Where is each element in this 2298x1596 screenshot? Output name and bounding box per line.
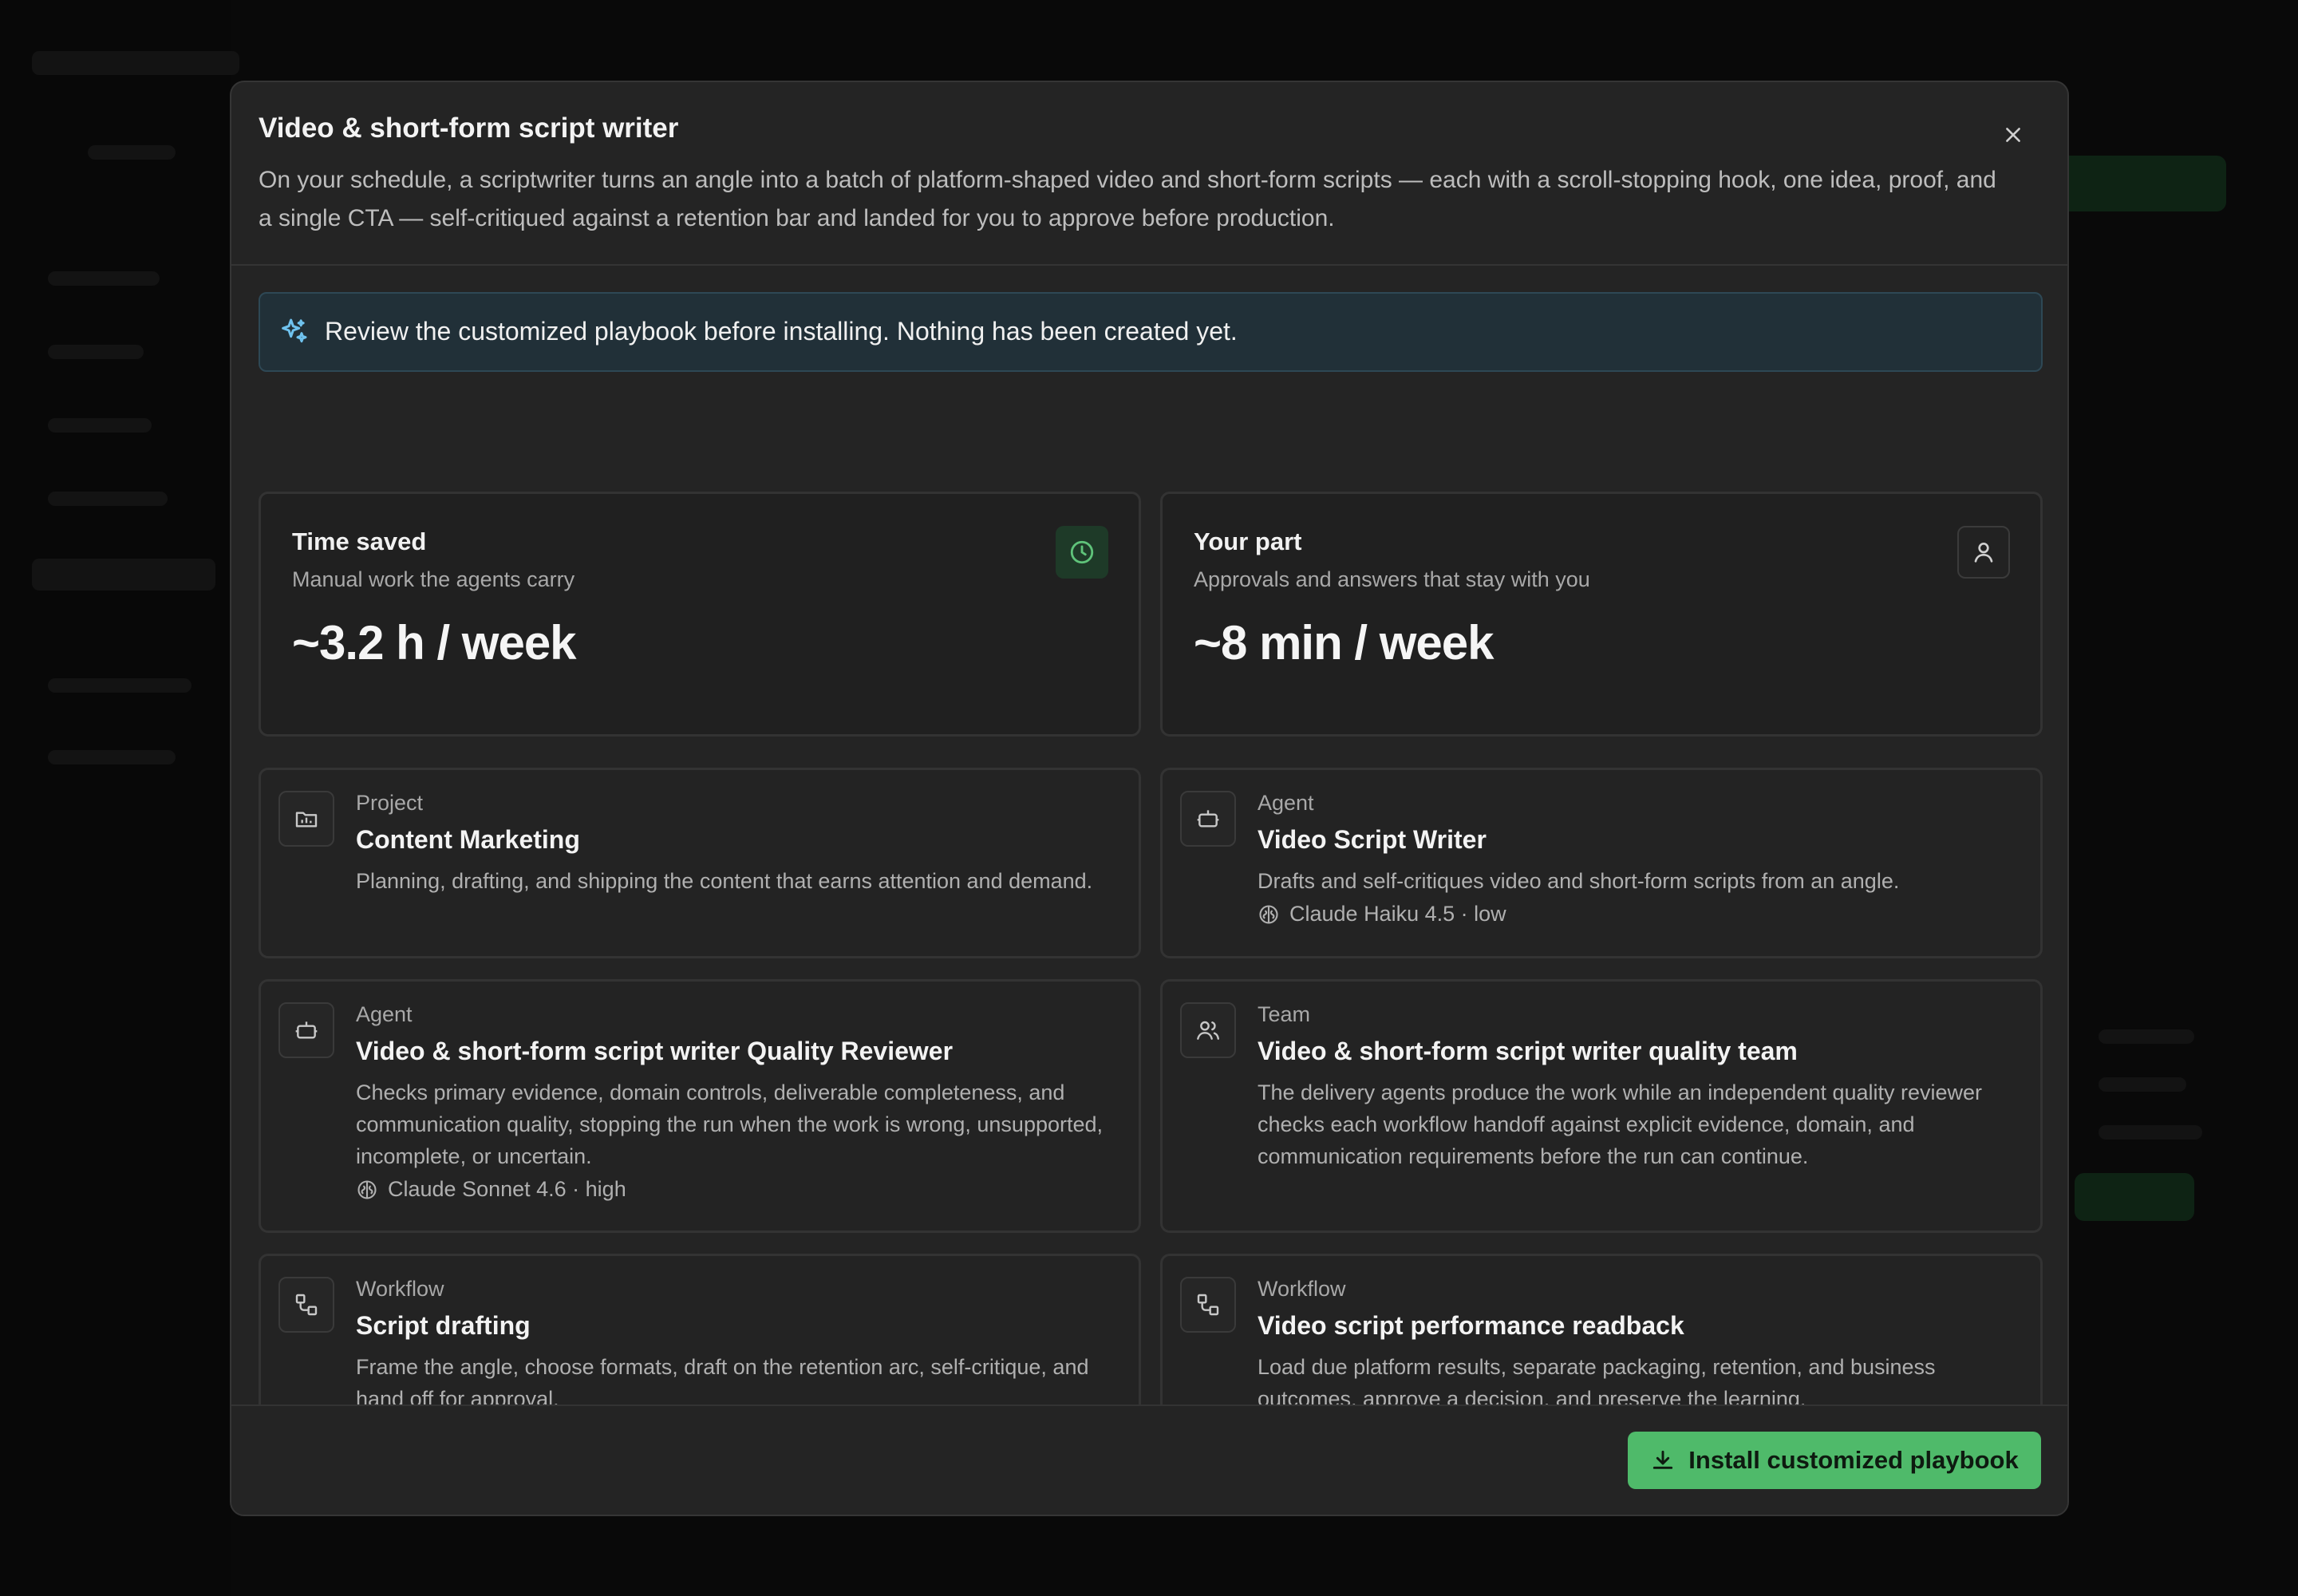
playbook-modal: Video & short-form script writer On your…	[230, 81, 2069, 1516]
stat-title: Your part	[1194, 527, 1302, 555]
item-name: Video & short-form script writer Quality…	[356, 1037, 954, 1065]
stat-subtitle: Approvals and answers that stay with you	[1194, 567, 1590, 591]
item-description: Checks primary evidence, domain controls…	[356, 1080, 1104, 1168]
workflow-icon	[1197, 1294, 1219, 1316]
modal-description: On your schedule, a scriptwriter turns a…	[259, 167, 1996, 231]
sparkles-icon	[282, 318, 307, 343]
bot-icon	[295, 1021, 318, 1039]
item-description: Drafts and self-critiques video and shor…	[1258, 869, 1900, 893]
item-icon-box	[278, 1002, 334, 1058]
item-model: Claude Sonnet 4.6 · high	[356, 1177, 626, 1202]
user-icon	[1974, 543, 1993, 563]
item-kind: Team	[1258, 1002, 1311, 1026]
bot-icon	[1197, 810, 1219, 828]
modal-footer: Install customized playbook	[231, 1404, 2067, 1515]
close-icon	[2006, 128, 2020, 142]
modal-header: Video & short-form script writer On your…	[231, 82, 2067, 266]
item-icon-box	[278, 791, 334, 847]
workflow-icon	[295, 1294, 318, 1316]
install-playbook-button[interactable]: Install customized playbook	[1628, 1432, 2041, 1489]
item-card-project[interactable]: Project Content Marketing Planning, draf…	[259, 768, 1141, 958]
users-icon	[1197, 1021, 1219, 1040]
item-name: Script drafting	[356, 1311, 531, 1340]
stat-title: Time saved	[292, 527, 427, 555]
item-model: Claude Haiku 4.5 · low	[1258, 902, 1506, 926]
stat-card-time-saved: Time saved Manual work the agents carry …	[259, 492, 1141, 737]
stat-value: ~8 min / week	[1194, 616, 1494, 670]
item-kind: Agent	[1258, 791, 1314, 815]
close-button[interactable]	[1997, 119, 2029, 151]
modal-scroll-area[interactable]: Review the customized playbook before in…	[231, 267, 2067, 1487]
item-name: Video script performance readback	[1258, 1311, 1684, 1340]
item-icon-box	[1180, 1277, 1236, 1333]
brain-icon	[357, 1179, 377, 1199]
item-name: Content Marketing	[356, 825, 580, 854]
item-kind: Workflow	[356, 1277, 444, 1301]
stat-subtitle: Manual work the agents carry	[292, 567, 575, 591]
banner-text: Review the customized playbook before in…	[325, 317, 1238, 346]
item-kind: Agent	[356, 1002, 413, 1026]
item-description: Planning, drafting, and shipping the con…	[356, 869, 1093, 893]
item-card-team[interactable]: Team Video & short-form script writer qu…	[1160, 979, 2043, 1233]
stat-icon-box	[1957, 526, 2010, 579]
stat-icon-box	[1056, 526, 1108, 579]
item-kind: Workflow	[1258, 1277, 1346, 1301]
item-description: The delivery agents produce the work whi…	[1258, 1080, 1983, 1168]
item-icon-box	[1180, 791, 1236, 847]
item-icon-box	[278, 1277, 334, 1333]
modal-title: Video & short-form script writer	[259, 113, 679, 144]
model-label: Claude Sonnet 4.6 · high	[388, 1177, 626, 1201]
stat-card-your-part: Your part Approvals and answers that sta…	[1160, 492, 2043, 737]
item-card-agent[interactable]: Agent Video Script Writer Drafts and sel…	[1160, 768, 2043, 958]
item-icon-box	[1180, 1002, 1236, 1058]
clock-icon	[1070, 540, 1094, 564]
item-kind: Project	[356, 791, 424, 815]
info-banner: Review the customized playbook before in…	[259, 292, 2043, 372]
download-icon	[1653, 1450, 1673, 1469]
item-name: Video Script Writer	[1258, 825, 1487, 854]
model-label: Claude Haiku 4.5 · low	[1289, 902, 1506, 926]
brain-icon	[1259, 904, 1278, 924]
folder-icon	[295, 812, 318, 828]
install-button-label: Install customized playbook	[1688, 1446, 2019, 1474]
stat-value: ~3.2 h / week	[292, 616, 577, 670]
item-name: Video & short-form script writer quality…	[1258, 1037, 1798, 1065]
item-card-agent[interactable]: Agent Video & short-form script writer Q…	[259, 979, 1141, 1233]
